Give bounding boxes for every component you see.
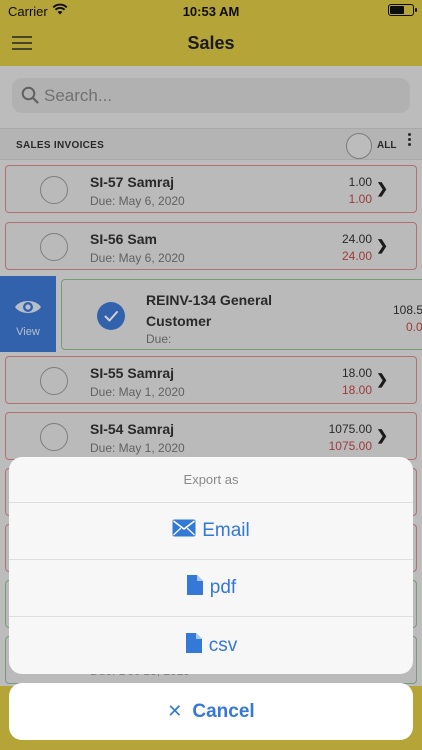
cancel-label: Cancel [192, 700, 255, 722]
document-icon [186, 574, 204, 602]
export-csv-option[interactable]: csv [9, 617, 413, 674]
export-email-option[interactable]: Email [9, 503, 413, 560]
export-pdf-label: pdf [209, 577, 237, 598]
action-sheet-title: Export as [9, 457, 413, 503]
document-icon [185, 632, 203, 660]
envelope-icon [172, 519, 196, 543]
cancel-button[interactable]: ✕ Cancel [9, 683, 413, 740]
export-csv-label: csv [208, 634, 238, 656]
close-icon: ✕ [167, 701, 183, 721]
export-pdf-option[interactable]: pdf [9, 560, 413, 617]
export-email-label: Email [202, 520, 250, 541]
export-action-sheet: Export as Email pdf csv [9, 457, 413, 674]
